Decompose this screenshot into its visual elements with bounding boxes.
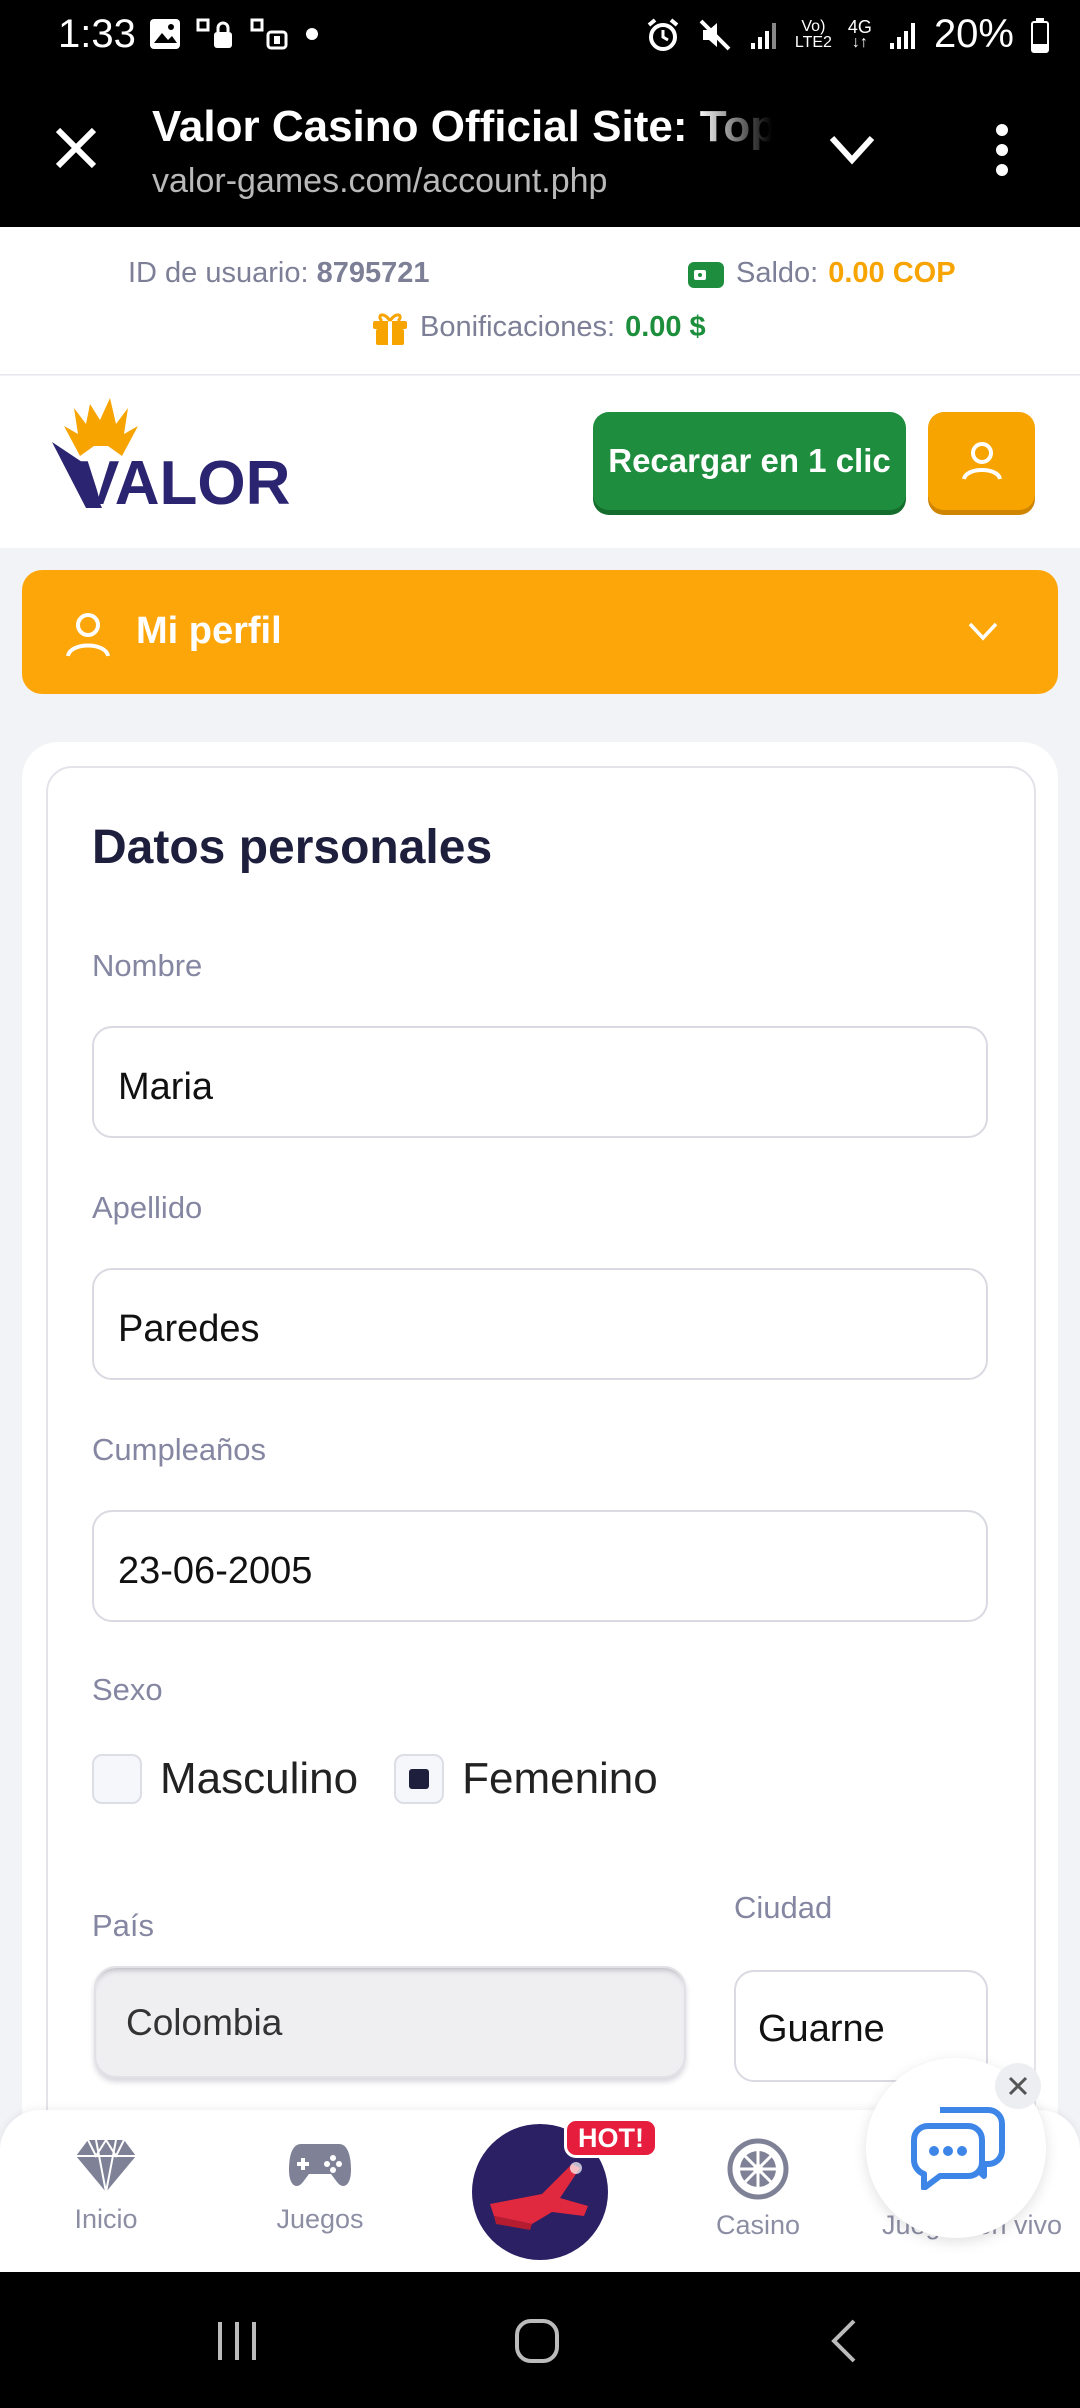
vpn-lock-icon <box>196 18 232 48</box>
close-icon <box>1008 2076 1028 2096</box>
diamond-icon <box>76 2138 136 2193</box>
balance-value: 0.00 COP <box>828 257 956 289</box>
female-checkbox[interactable] <box>394 1754 445 1804</box>
city-label: Ciudad <box>734 1890 833 1925</box>
chevron-down-icon <box>968 622 998 641</box>
male-checkbox[interactable] <box>92 1754 142 1804</box>
status-bar: 1:33 Vo) LTE2 4G ↓↑ 20% <box>0 0 1080 72</box>
sex-label: Sexo <box>92 1672 163 1707</box>
back-icon[interactable] <box>828 2318 858 2364</box>
nav-item-games[interactable]: Juegos <box>220 2136 420 2235</box>
profile-dropdown-label: Mi perfil <box>136 610 282 652</box>
country-label: País <box>92 1908 155 1943</box>
browser-url[interactable]: valor-games.com/account.php <box>152 162 607 201</box>
gamepad-icon <box>289 2144 351 2186</box>
last-name-label: Apellido <box>92 1190 203 1225</box>
recent-apps-icon[interactable] <box>214 2320 260 2362</box>
nav-label-casino: Casino <box>715 2210 801 2240</box>
svg-text:VALOR: VALOR <box>78 449 290 510</box>
signal-icon-2 <box>889 22 915 49</box>
chat-icon <box>911 2107 1005 2190</box>
browser-page-title: Valor Casino Official Site: Top Casino <box>152 102 772 151</box>
checked-indicator <box>409 1769 430 1789</box>
nav-item-casino[interactable]: Casino <box>658 2138 858 2241</box>
valor-logo[interactable]: VALOR <box>42 390 292 510</box>
site-header: VALOR Recargar en 1 clic <box>0 376 1080 548</box>
card-title: Datos personales <box>92 821 493 874</box>
sex-options: Masculino Femenino <box>92 1754 694 1804</box>
first-name-label: Nombre <box>92 948 203 983</box>
nav-item-home[interactable]: Inicio <box>6 2136 206 2235</box>
signal-icon <box>750 22 776 49</box>
birthday-label: Cumpleaños <box>92 1432 267 1467</box>
system-navigation-bar <box>0 2272 1080 2408</box>
status-time: 1:33 <box>58 12 136 56</box>
gallery-icon <box>150 19 180 49</box>
volte-indicator: Vo) LTE2 <box>794 17 832 51</box>
battery-percentage: 20% <box>933 12 1014 56</box>
chat-close-button[interactable] <box>995 2063 1041 2109</box>
user-id-value: 8795721 <box>316 257 430 289</box>
female-option-label[interactable]: Femenino <box>462 1754 658 1804</box>
battery-icon <box>1031 17 1049 53</box>
first-name-field[interactable]: Maria <box>92 1026 988 1138</box>
male-option-label[interactable]: Masculino <box>160 1754 358 1804</box>
bonuses: Bonificaciones: 0.00 $ <box>370 307 706 347</box>
recharge-button[interactable]: Recargar en 1 clic <box>593 412 906 510</box>
hot-badge: HOT! <box>564 2118 658 2158</box>
roulette-icon <box>727 2138 789 2200</box>
chevron-down-icon[interactable] <box>826 130 878 170</box>
account-info-bar: ID de usuario: 8795721 Saldo: 0.00 COP B… <box>0 227 1080 375</box>
network-type-indicator: 4G ↓↑ <box>847 16 872 51</box>
vpn-lock-icon-2 <box>250 18 288 50</box>
bonus-value: 0.00 $ <box>625 310 706 343</box>
nav-label-home: Inicio <box>74 2204 138 2234</box>
birthday-field[interactable]: 23-06-2005 <box>92 1510 988 1622</box>
notification-dot-icon <box>306 28 318 40</box>
user-id: ID de usuario: 8795721 <box>128 257 430 289</box>
browser-toolbar: Valor Casino Official Site: Top Casino v… <box>0 72 1080 227</box>
balance: Saldo: 0.00 COP <box>686 257 956 290</box>
gift-icon <box>373 313 407 345</box>
profile-dropdown[interactable]: Mi perfil <box>22 570 1058 694</box>
wallet-icon <box>688 261 724 288</box>
user-icon <box>66 613 110 657</box>
user-account-button[interactable] <box>928 412 1035 510</box>
nav-label-games: Juegos <box>276 2204 364 2234</box>
user-icon <box>961 442 1002 480</box>
more-options-icon[interactable] <box>990 122 1014 178</box>
last-name-field[interactable]: Paredes <box>92 1268 988 1380</box>
country-select[interactable]: Colombia <box>94 1966 686 2078</box>
home-icon[interactable] <box>514 2318 560 2364</box>
alarm-icon <box>647 17 679 51</box>
mute-icon <box>699 19 731 50</box>
close-icon[interactable] <box>50 122 102 174</box>
